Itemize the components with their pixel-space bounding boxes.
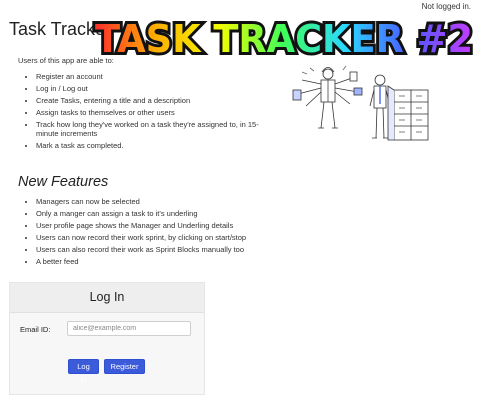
list-item: Managers can now be selected [36,197,276,207]
login-status: Not logged in. [421,2,471,11]
list-item: Log in / Log out [36,84,276,94]
login-panel: Log In Email ID: Log in Register [9,282,205,395]
register-button[interactable]: Register [104,359,145,374]
list-item: Create Tasks, entering a title and a des… [36,96,276,106]
busy-office-workers-illustration [292,65,429,141]
list-item: Mark a task as completed. [36,141,276,151]
list-item: Track how long they've worked on a task … [36,120,276,138]
login-button[interactable]: Log in [68,359,99,384]
intro-text: Users of this app are able to: [18,56,114,65]
email-field[interactable] [67,321,191,336]
task-tracker-banner-logo: TASK TRACKER #2 [92,14,476,64]
list-item: User profile page shows the Manager and … [36,221,276,231]
list-item: Register an account [36,72,276,82]
list-item: Assign tasks to themselves or other user… [36,108,276,118]
new-features-heading: New Features [18,174,109,190]
new-features-list: Managers can now be selected Only a mang… [18,197,276,270]
list-item: Users can also record their work as Spri… [36,245,276,255]
login-heading: Log In [10,283,204,313]
list-item: Users can now record their work sprint, … [36,233,276,243]
list-item: Only a manger can assign a task to it's … [36,209,276,219]
banner-text: TASK TRACKER #2 [95,17,473,61]
list-item: A better feed [36,257,276,267]
feature-list: Register an account Log in / Log out Cre… [18,72,276,154]
email-label: Email ID: [20,325,51,334]
